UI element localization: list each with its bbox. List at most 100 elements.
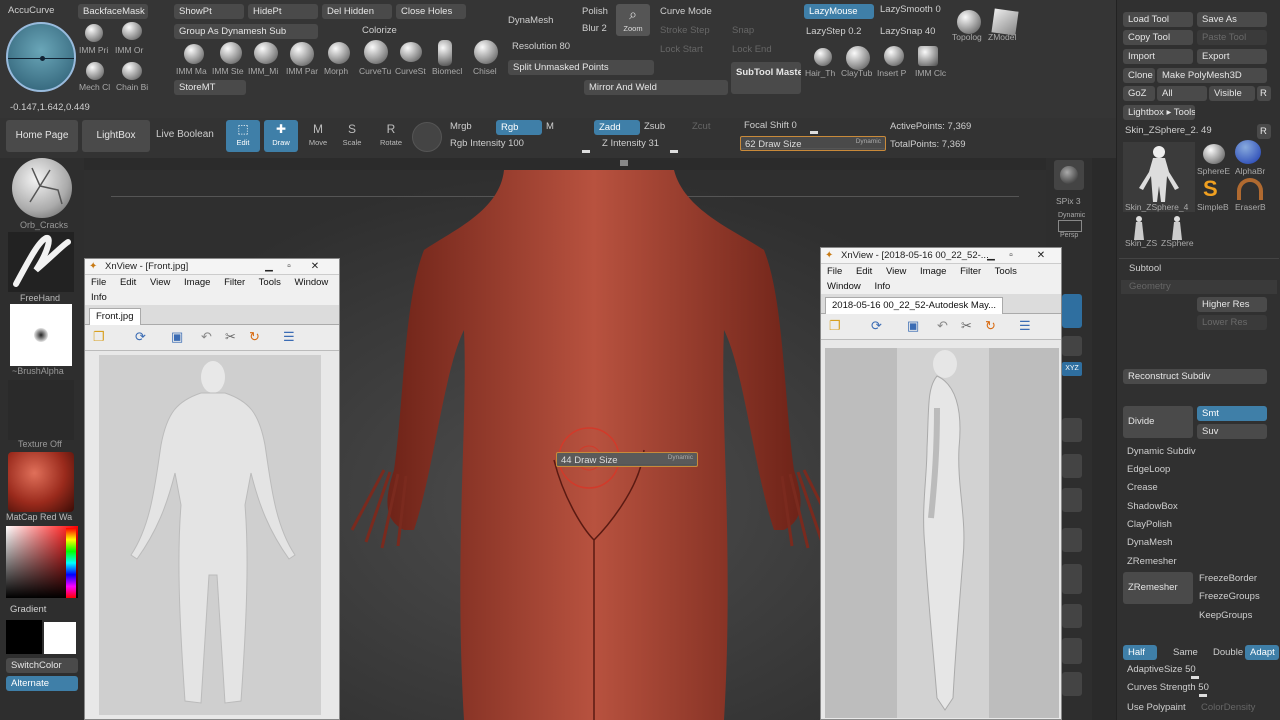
xnview-front-window[interactable]: XnView - [Front.jpg] ▁ ▫ ✕ File Edit Vie… xyxy=(84,258,340,720)
shadowbox-header[interactable]: ShadowBox xyxy=(1127,501,1178,512)
load-tool-button[interactable]: Load Tool xyxy=(1123,12,1193,27)
zremesher-header[interactable]: ZRemesher xyxy=(1127,556,1177,567)
geometry-header[interactable]: Geometry xyxy=(1121,280,1277,294)
texture-thumbnail[interactable] xyxy=(8,380,74,440)
menu-image[interactable]: Image xyxy=(184,277,210,288)
imm-ornament-icon[interactable] xyxy=(122,22,142,40)
imm-ma-icon[interactable] xyxy=(184,44,204,64)
move-button[interactable]: M Move xyxy=(304,120,332,152)
adaptive-size-slider[interactable]: AdaptiveSize 50 xyxy=(1127,664,1196,675)
slider-knob[interactable] xyxy=(670,150,678,153)
persp-toggle[interactable]: Persp xyxy=(1060,232,1078,239)
dynamic-toggle[interactable]: Dynamic xyxy=(856,134,881,149)
lazysmooth-slider[interactable]: LazySmooth 0 xyxy=(880,4,941,15)
draw-size-popup[interactable]: 44 Draw Size Dynamic xyxy=(556,452,698,467)
goz-button[interactable]: GoZ xyxy=(1123,86,1155,101)
slider-knob[interactable] xyxy=(810,131,818,134)
imm-par-icon[interactable] xyxy=(290,42,314,66)
dynamesh-button[interactable]: DynaMesh xyxy=(508,15,553,26)
transp-ghost-icon[interactable] xyxy=(412,122,442,152)
menu-tools[interactable]: Tools xyxy=(995,266,1017,277)
same-toggle[interactable]: Same xyxy=(1173,647,1198,658)
home-page-button[interactable]: Home Page xyxy=(6,120,78,152)
polyf-button[interactable] xyxy=(1062,564,1082,594)
biomech-icon[interactable] xyxy=(438,40,452,66)
claypolish-header[interactable]: ClayPolish xyxy=(1127,519,1172,530)
mirror-weld-button[interactable]: Mirror And Weld xyxy=(584,80,728,95)
persp-grid-icon[interactable] xyxy=(1058,220,1082,232)
color-density-slider[interactable]: ColorDensity xyxy=(1201,702,1255,713)
use-polypaint-toggle[interactable]: Use Polypaint xyxy=(1127,702,1186,713)
group-as-dynamesh-button[interactable]: Group As Dynamesh Sub xyxy=(174,24,318,39)
menu-view[interactable]: View xyxy=(150,277,170,288)
save-as-button[interactable]: Save As xyxy=(1197,12,1267,27)
close-icon[interactable]: ✕ xyxy=(305,259,325,275)
switchcolor-button[interactable]: SwitchColor xyxy=(6,658,78,673)
all-button[interactable]: All xyxy=(1157,86,1207,101)
menu-tools[interactable]: Tools xyxy=(259,277,281,288)
menu-edit[interactable]: Edit xyxy=(856,266,872,277)
tab-front-jpg[interactable]: Front.jpg xyxy=(89,308,141,325)
topology-brush-icon[interactable] xyxy=(957,10,981,34)
xnview-side-window[interactable]: XnView - [2018-05-16 00_22_52-... ▁ ▫ ✕ … xyxy=(820,247,1062,720)
chain-brush-icon[interactable] xyxy=(122,62,142,80)
accucurve-toggle[interactable]: AccuCurve xyxy=(8,5,54,16)
secondary-color-swatch[interactable] xyxy=(6,620,42,654)
half-toggle[interactable]: Half xyxy=(1123,645,1157,660)
menu-file[interactable]: File xyxy=(91,277,106,288)
rotate-icon[interactable]: ↻ xyxy=(249,329,260,345)
undo-icon[interactable]: ↶ xyxy=(937,318,948,334)
local-button[interactable] xyxy=(1062,294,1082,328)
maximize-icon[interactable]: ▫ xyxy=(1001,248,1021,264)
resolution-slider[interactable]: Resolution 80 xyxy=(512,41,570,52)
zsub-toggle[interactable]: Zsub xyxy=(644,121,665,132)
menu-info[interactable]: Info xyxy=(91,292,107,303)
brush-thumbnail[interactable] xyxy=(12,158,72,218)
blur-slider[interactable]: Blur 2 xyxy=(582,23,607,34)
live-boolean-toggle[interactable]: Live Boolean xyxy=(156,129,214,140)
colorize-toggle[interactable]: Colorize xyxy=(362,25,397,36)
export-button[interactable]: Export xyxy=(1197,49,1267,64)
draw-size-slider[interactable]: 62 Draw Size Dynamic xyxy=(740,136,886,151)
crease-header[interactable]: Crease xyxy=(1127,482,1158,493)
rotate-icon[interactable]: ↻ xyxy=(985,318,996,334)
menu-window[interactable]: Window xyxy=(827,281,861,292)
storemt-button[interactable]: StoreMT xyxy=(174,80,246,95)
morph-brush-icon[interactable] xyxy=(328,42,350,64)
slider-knob[interactable] xyxy=(1191,676,1199,679)
bpr-button[interactable] xyxy=(1054,160,1084,190)
showpt-button[interactable]: ShowPt xyxy=(174,4,244,19)
reconstruct-subdiv-button[interactable]: Reconstruct Subdiv xyxy=(1123,369,1267,384)
minimize-icon[interactable]: ▁ xyxy=(259,259,279,275)
curvestrap-icon[interactable] xyxy=(400,42,422,62)
clone-button[interactable]: Clone xyxy=(1123,68,1155,83)
undo-icon[interactable]: ↶ xyxy=(201,329,212,345)
menu-image[interactable]: Image xyxy=(920,266,946,277)
folder-icon[interactable]: ❐ xyxy=(829,318,841,334)
save-icon[interactable]: ▣ xyxy=(171,329,183,345)
split-unmasked-button[interactable]: Split Unmasked Points xyxy=(508,60,654,75)
alphabrush-tool-icon[interactable] xyxy=(1235,140,1261,164)
polish-slider[interactable]: Polish xyxy=(582,6,608,17)
claytubes-icon[interactable] xyxy=(846,46,870,70)
make-polymesh-button[interactable]: Make PolyMesh3D xyxy=(1157,68,1267,83)
zcut-toggle[interactable]: Zcut xyxy=(692,121,710,132)
zremesher-button[interactable]: ZRemesher xyxy=(1123,572,1193,604)
smt-toggle[interactable]: Smt xyxy=(1197,406,1267,421)
menu-file[interactable]: File xyxy=(827,266,842,277)
rotate-button[interactable]: R Rotate xyxy=(376,120,406,152)
move-view-button[interactable] xyxy=(1062,454,1082,478)
minimize-icon[interactable]: ▁ xyxy=(981,248,1001,264)
menu-window[interactable]: Window xyxy=(295,277,329,288)
xpose-button[interactable] xyxy=(1062,672,1082,696)
spix-slider[interactable]: SPix 3 xyxy=(1056,196,1081,206)
solo-button[interactable] xyxy=(1062,638,1082,664)
chisel-icon[interactable] xyxy=(474,40,498,64)
mrgb-toggle[interactable]: Mrgb xyxy=(450,121,472,132)
hidept-button[interactable]: HidePt xyxy=(248,4,318,19)
suv-toggle[interactable]: Suv xyxy=(1197,424,1267,439)
rotate-view-button[interactable] xyxy=(1062,528,1082,552)
browse-icon[interactable]: ⟳ xyxy=(871,318,882,334)
slider-knob[interactable] xyxy=(582,150,590,153)
menu-info[interactable]: Info xyxy=(874,281,890,292)
